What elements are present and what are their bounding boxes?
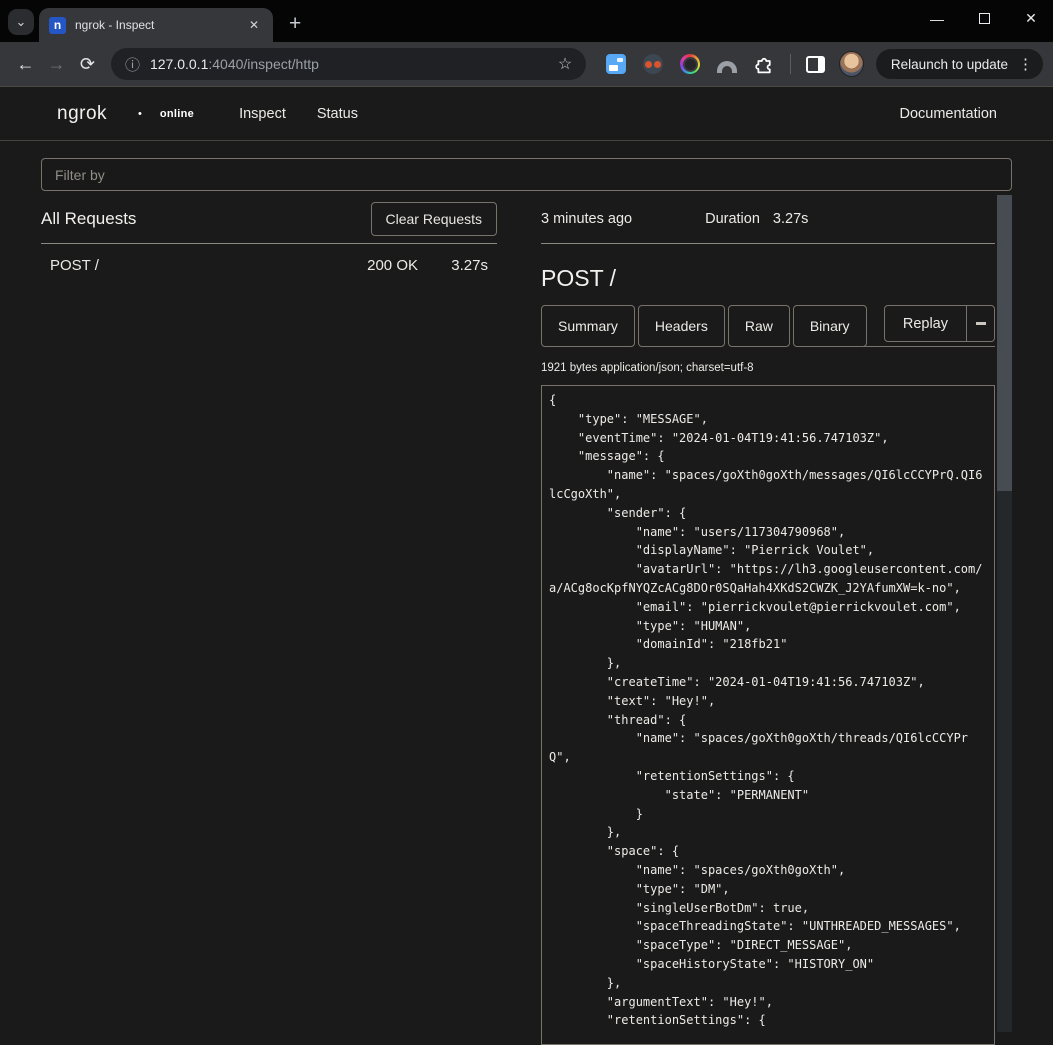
side-panel-button[interactable] — [806, 56, 825, 73]
filter-section — [0, 141, 1053, 191]
browser-tab[interactable]: n ngrok - Inspect ✕ — [39, 8, 273, 42]
extensions-menu-button[interactable] — [753, 53, 775, 75]
time-ago: 3 minutes ago — [541, 211, 632, 227]
request-body-json: { "type": "MESSAGE", "eventTime": "2024-… — [549, 391, 987, 1030]
detail-meta-row: 3 minutes ago Duration 3.27s — [541, 195, 995, 243]
tab-summary[interactable]: Summary — [541, 305, 635, 347]
browser-menu-icon[interactable]: ⋮ — [1018, 55, 1033, 73]
minimize-button[interactable]: — — [929, 11, 945, 27]
app-header: ngrok • online Inspect Status Documentat… — [0, 87, 1053, 141]
puzzle-icon — [754, 54, 775, 75]
maximize-icon — [979, 13, 990, 24]
status-dot-icon: • — [138, 108, 142, 120]
tab-raw[interactable]: Raw — [728, 305, 790, 347]
extensions-row — [605, 53, 775, 75]
menu-dash-icon — [976, 322, 986, 325]
new-tab-button[interactable]: + — [289, 13, 301, 34]
tab-search-button[interactable]: ⌄ — [8, 9, 34, 35]
detail-content: 3 minutes ago Duration 3.27s POST / Summ… — [541, 195, 995, 1045]
ngrok-page: ngrok • online Inspect Status Documentat… — [0, 86, 1053, 1032]
clear-requests-button[interactable]: Clear Requests — [371, 202, 498, 236]
plus-icon: + — [289, 12, 301, 35]
address-bar[interactable]: ⓘ 127.0.0.1 :4040/inspect/http ☆ — [111, 48, 586, 80]
camera-extension-button[interactable] — [679, 53, 701, 75]
body-meta: 1921 bytes application/json; charset=utf… — [541, 362, 995, 374]
nav-status[interactable]: Status — [317, 106, 358, 122]
profile-avatar[interactable] — [839, 51, 864, 77]
browser-titlebar: ⌄ n ngrok - Inspect ✕ + — ✕ — [0, 0, 1053, 42]
tab-binary[interactable]: Binary — [793, 305, 867, 347]
tab-manager-extension-button[interactable] — [605, 53, 627, 75]
robot-goggles-icon — [643, 54, 663, 74]
maximize-button[interactable] — [976, 11, 992, 27]
close-window-button[interactable]: ✕ — [1023, 10, 1039, 27]
chevron-down-icon: ⌄ — [16, 14, 27, 30]
bookmark-star-icon[interactable]: ☆ — [558, 54, 572, 74]
request-body-box: { "type": "MESSAGE", "eventTime": "2024-… — [541, 385, 995, 1045]
forward-button[interactable]: → — [41, 54, 72, 75]
request-status: 200 OK — [367, 257, 418, 274]
request-row[interactable]: POST / 200 OK 3.27s — [41, 244, 497, 286]
detail-scrollbar[interactable] — [997, 195, 1012, 1032]
back-button[interactable]: ← — [10, 54, 41, 75]
detail-tabs: Summary Headers Raw Binary Replay — [541, 305, 995, 347]
duration-label: Duration — [705, 211, 760, 227]
robot-extension-button[interactable] — [642, 53, 664, 75]
tab-manager-icon — [606, 54, 626, 74]
requests-title: All Requests — [41, 209, 136, 229]
duration-value: 3.27s — [773, 211, 808, 227]
reload-button[interactable]: ⟳ — [72, 54, 103, 75]
tab-close-icon[interactable]: ✕ — [245, 16, 263, 34]
url-host: 127.0.0.1 — [150, 56, 208, 72]
camera-lens-icon — [680, 54, 700, 74]
relaunch-label: Relaunch to update — [891, 57, 1008, 72]
vpn-extension-button[interactable] — [716, 53, 738, 75]
requests-panel: All Requests Clear Requests POST / 200 O… — [41, 195, 497, 1045]
nav-documentation[interactable]: Documentation — [899, 106, 997, 122]
status-badge: online — [160, 108, 194, 120]
nav-inspect[interactable]: Inspect — [239, 106, 286, 122]
tab-title: ngrok - Inspect — [75, 18, 245, 32]
browser-toolbar: ← → ⟳ ⓘ 127.0.0.1 :4040/inspect/http ☆ R… — [0, 42, 1053, 86]
detail-panel: 3 minutes ago Duration 3.27s POST / Summ… — [541, 195, 1012, 1045]
replay-menu-button[interactable] — [967, 305, 995, 342]
window-controls: — ✕ — [929, 10, 1039, 27]
tab-headers[interactable]: Headers — [638, 305, 725, 347]
request-method-path: POST / — [50, 257, 367, 274]
replay-button[interactable]: Replay — [884, 305, 967, 342]
requests-panel-header: All Requests Clear Requests — [41, 195, 497, 243]
scrollbar-thumb[interactable] — [997, 195, 1012, 491]
replay-button-group: Replay — [884, 305, 995, 342]
ngrok-logo: ngrok — [57, 103, 107, 125]
filter-input[interactable] — [41, 158, 1012, 191]
main-content: All Requests Clear Requests POST / 200 O… — [0, 191, 1053, 1045]
relaunch-button[interactable]: Relaunch to update ⋮ — [876, 49, 1043, 79]
detail-divider — [541, 243, 995, 244]
ngrok-favicon-icon: n — [49, 17, 66, 34]
arc-icon — [717, 61, 737, 73]
url-path: :4040/inspect/http — [208, 56, 319, 72]
detail-title: POST / — [541, 265, 995, 292]
toolbar-separator — [790, 54, 791, 74]
request-duration: 3.27s — [444, 257, 488, 274]
site-info-icon[interactable]: ⓘ — [125, 54, 140, 75]
